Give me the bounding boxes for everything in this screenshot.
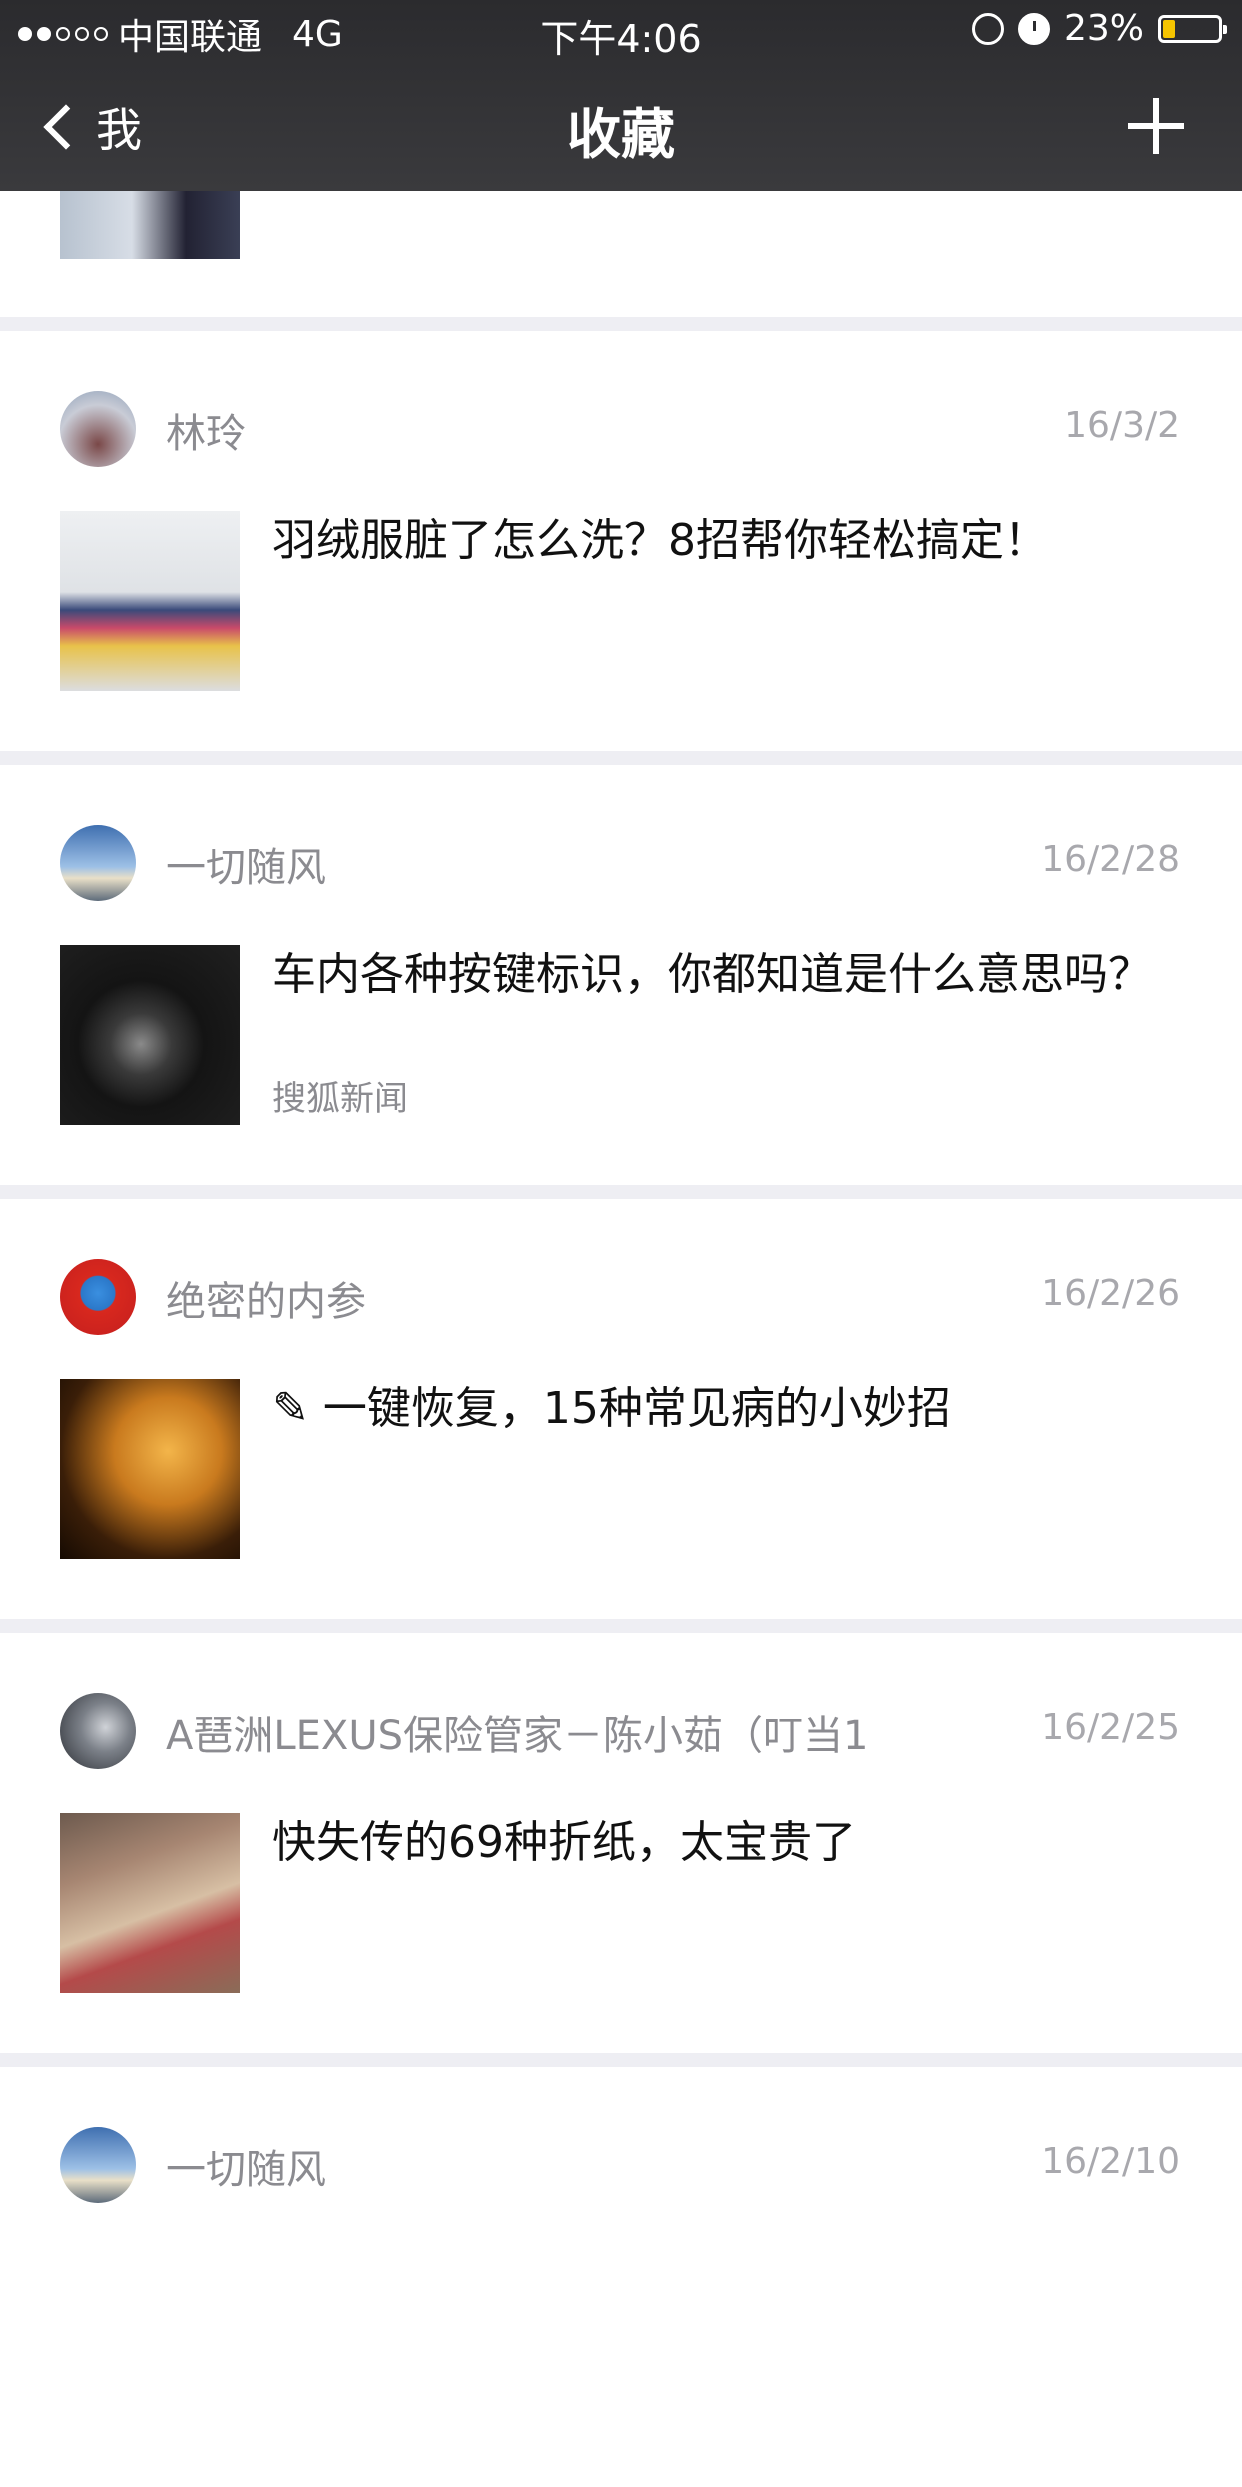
- list-item[interactable]: 一切随风 16/2/28 车内各种按键标识，你都知道是什么意思吗？ 搜狐新闻: [0, 765, 1242, 1185]
- list-item-partial[interactable]: [0, 191, 1242, 317]
- thumbnail-image: [60, 1379, 240, 1559]
- divider: [0, 317, 1242, 331]
- battery-percent: 23%: [1063, 8, 1144, 49]
- top-bar: 中国联通 4G 下午4:06 23% 我 收藏: [0, 0, 1242, 191]
- thumbnail-image: [60, 191, 240, 259]
- list-item[interactable]: 一切随风 16/2/10: [0, 2067, 1242, 2487]
- saved-date: 16/2/26: [1041, 1273, 1180, 1314]
- navigation-bar: 我 收藏: [0, 60, 1242, 191]
- item-title: 车内各种按键标识，你都知道是什么意思吗？: [272, 949, 1152, 1000]
- sender-name: A琶洲LEXUS保险管家－陈小茹（叮当1: [166, 1713, 869, 1759]
- item-title: 羽绒服脏了怎么洗？8招帮你轻松搞定！: [272, 515, 1048, 566]
- divider: [0, 1619, 1242, 1633]
- add-icon[interactable]: [1128, 98, 1184, 154]
- status-right: 23%: [971, 8, 1227, 49]
- battery-icon: [1158, 14, 1227, 43]
- list-item[interactable]: 林玲 16/3/2 羽绒服脏了怎么洗？8招帮你轻松搞定！: [0, 331, 1242, 751]
- avatar: [60, 2127, 136, 2203]
- thumbnail-image: [60, 511, 240, 691]
- divider: [0, 1185, 1242, 1199]
- thumbnail-image: [60, 1813, 240, 1993]
- item-title: ✎ 一键恢复，15种常见病的小妙招: [272, 1383, 951, 1434]
- item-source: 搜狐新闻: [272, 1079, 408, 1119]
- item-title: 快失传的69种折纸，太宝贵了: [272, 1817, 856, 1868]
- divider: [0, 2053, 1242, 2067]
- battery-level: [1163, 19, 1175, 38]
- saved-date: 16/2/25: [1041, 1707, 1180, 1748]
- divider: [0, 751, 1242, 765]
- saved-date: 16/2/10: [1041, 2141, 1180, 2182]
- rotation-lock-icon: [971, 12, 1004, 45]
- sender-name: 一切随风: [166, 845, 326, 891]
- alarm-icon: [1017, 12, 1050, 45]
- avatar: [60, 825, 136, 901]
- status-bar: 中国联通 4G 下午4:06 23%: [0, 0, 1242, 61]
- list-item[interactable]: 绝密的内参 16/2/26 ✎ 一键恢复，15种常见病的小妙招: [0, 1199, 1242, 1619]
- page-title: 收藏: [567, 103, 675, 166]
- thumbnail-image: [60, 945, 240, 1125]
- list-item[interactable]: A琶洲LEXUS保险管家－陈小茹（叮当1 16/2/25 快失传的69种折纸，太…: [0, 1633, 1242, 2053]
- sender-name: 一切随风: [166, 2147, 326, 2193]
- avatar: [60, 1259, 136, 1335]
- sender-name: 绝密的内参: [166, 1279, 366, 1325]
- avatar: [60, 391, 136, 467]
- saved-date: 16/3/2: [1064, 405, 1180, 446]
- saved-date: 16/2/28: [1041, 839, 1180, 880]
- sender-name: 林玲: [166, 411, 246, 457]
- avatar: [60, 1693, 136, 1769]
